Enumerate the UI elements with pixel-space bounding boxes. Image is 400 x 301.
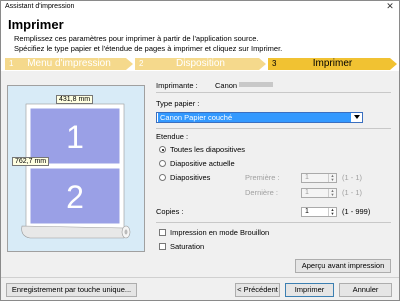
instructions-line-2: Spécifiez le type papier et l'étendue de…: [14, 44, 283, 53]
first-page-value: 1: [305, 174, 309, 181]
step-imprimer: 3 Imprimer: [268, 58, 397, 70]
printer-label: Imprimante :: [156, 81, 198, 90]
separator: [156, 222, 391, 223]
close-icon[interactable]: ✕: [383, 1, 397, 12]
page-number-2: 2: [66, 179, 84, 215]
separator: [156, 92, 391, 93]
header-panel: Imprimer Remplissez ces paramètres pour …: [1, 13, 399, 57]
spin-arrows-icon[interactable]: ▲ ▼: [328, 208, 336, 216]
title-bar: Assistant d'impression ✕: [1, 1, 399, 13]
step-label: Menu d'impression: [27, 58, 111, 69]
print-wizard-window: Assistant d'impression ✕ Imprimer Rempli…: [0, 0, 400, 301]
cancel-button[interactable]: Annuler: [339, 283, 392, 297]
copies-label: Copies :: [156, 207, 184, 216]
last-page-value: 1: [305, 189, 309, 196]
copies-stepper[interactable]: 1 ▲ ▼: [301, 207, 337, 217]
separator: [156, 128, 391, 129]
draft-mode-label[interactable]: Impression en mode Brouillon: [170, 228, 269, 237]
draft-mode-checkbox[interactable]: [159, 229, 166, 236]
saturation-label[interactable]: Saturation: [170, 242, 204, 251]
print-preview-button[interactable]: Aperçu avant impression: [295, 259, 391, 273]
printer-name-redacted: [239, 82, 273, 87]
wizard-steps: 1 Menu d'impression 2 Disposition 3 Impr…: [1, 57, 399, 71]
radio-current-slide[interactable]: [159, 160, 166, 167]
height-dimension-label: 762,7 mm: [12, 157, 50, 166]
last-page-label: Dernière :: [245, 188, 278, 197]
last-page-hint: (1 - 1): [342, 188, 363, 197]
instructions-line-1: Remplissez ces paramètres pour imprimer …: [14, 34, 259, 43]
paper-type-value: Canon Papier couché: [158, 113, 351, 122]
radio-slide-range[interactable]: [159, 174, 166, 181]
last-page-stepper: 1 ▲ ▼: [301, 188, 337, 198]
print-button[interactable]: Imprimer: [285, 283, 334, 297]
page-title: Imprimer: [8, 17, 64, 32]
step-menu-impression: 1 Menu d'impression: [5, 58, 133, 70]
print-preview: 1 2 431,8 mm 762,7 mm: [7, 85, 145, 252]
first-page-stepper: 1 ▲ ▼: [301, 173, 337, 183]
range-label: Etendue :: [156, 132, 189, 141]
copies-hint: (1 - 999): [342, 207, 371, 216]
footer-separator: [1, 277, 399, 278]
radio-all-slides-label[interactable]: Toutes les diapositives: [170, 145, 245, 154]
saturation-checkbox[interactable]: [159, 243, 166, 250]
width-dimension-label: 431,8 mm: [56, 95, 94, 104]
first-page-label: Première :: [245, 173, 280, 182]
first-page-hint: (1 - 1): [342, 173, 363, 182]
previous-button[interactable]: < Précédent: [235, 283, 280, 297]
copies-value[interactable]: 1: [305, 208, 309, 216]
radio-current-slide-label[interactable]: Diapositive actuelle: [170, 159, 235, 168]
spin-arrows-icon: ▲ ▼: [328, 189, 336, 197]
radio-all-slides[interactable]: [159, 146, 166, 153]
spin-arrows-icon: ▲ ▼: [328, 174, 336, 182]
step-disposition: 2 Disposition: [135, 58, 266, 70]
roll-paper-preview: 1 2: [21, 103, 131, 239]
paper-type-label: Type papier :: [156, 99, 200, 108]
step-label: Disposition: [176, 58, 225, 69]
window-title: Assistant d'impression: [5, 3, 75, 10]
page-number-1: 1: [66, 119, 84, 155]
paper-type-select[interactable]: Canon Papier couché: [156, 112, 363, 123]
chevron-down-icon[interactable]: [354, 115, 360, 119]
printer-value: Canon: [215, 81, 238, 90]
radio-slide-range-label[interactable]: Diapositives: [170, 173, 210, 182]
step-label: Imprimer: [312, 58, 353, 69]
one-touch-register-button[interactable]: Enregistrement par touche unique...: [6, 283, 137, 297]
